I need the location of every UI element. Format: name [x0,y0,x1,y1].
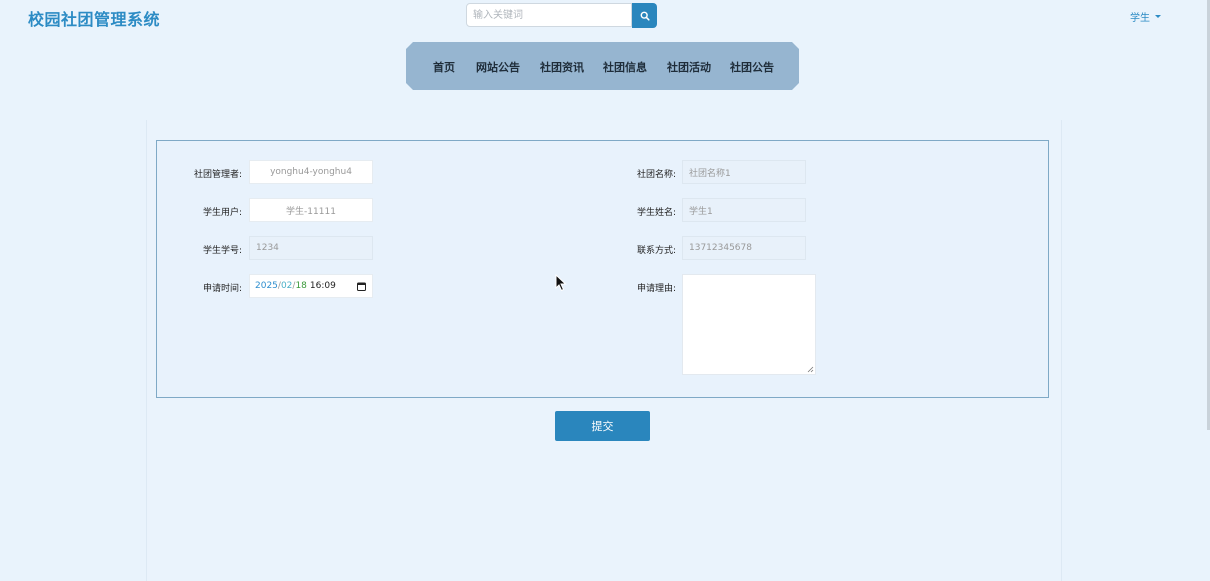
search-icon [640,11,650,21]
student-user-field[interactable]: 学生-11111 [249,198,373,222]
student-user-label: 学生用户: [202,208,242,218]
search-button[interactable] [632,3,657,28]
apply-time-month: 02 [280,281,293,291]
student-no-field[interactable]: 1234 [249,236,373,260]
contact-label: 联系方式: [636,246,676,256]
student-name-field[interactable]: 学生1 [682,198,806,222]
student-user-value: 学生-11111 [286,206,336,217]
student-no-value: 1234 [256,243,279,253]
nav-item-club-notice[interactable]: 社团公告 [730,59,774,75]
apply-time-clock: 16:09 [309,281,336,291]
manager-label: 社团管理者: [193,170,242,180]
chevron-down-icon [1155,15,1161,18]
contact-field[interactable]: 13712345678 [682,236,806,260]
apply-time-day: 18 [295,281,307,291]
student-no-label: 学生学号: [202,246,242,256]
site-title[interactable]: 校园社团管理系统 [28,6,160,30]
nav-item-club-info[interactable]: 社团信息 [603,59,647,75]
calendar-icon[interactable] [357,282,366,291]
resize-handle-icon[interactable] [807,366,814,373]
manager-field[interactable]: yonghu4-yonghu4 [249,160,373,184]
student-name-value: 学生1 [689,206,713,217]
student-name-label: 学生姓名: [636,208,676,218]
nav-item-club-news[interactable]: 社团资讯 [540,59,584,75]
user-menu-label: 学生 [1130,13,1150,24]
contact-value: 13712345678 [689,243,752,253]
apply-time-label: 申请时间: [202,284,242,294]
search-input[interactable] [466,3,632,27]
apply-time-field[interactable]: 2025/02/18 16:09 [249,274,373,298]
reason-label: 申请理由: [636,284,676,294]
page: 校园社团管理系统 学生 首页 网站公告 社团资讯 社团信息 社团活动 社团公告 … [0,0,1210,581]
apply-time-year: 2025 [255,281,278,291]
manager-value: yonghu4-yonghu4 [270,167,352,177]
club-name-field[interactable]: 社团名称1 [682,160,806,184]
club-name-label: 社团名称: [636,170,676,180]
main-nav: 首页 网站公告 社团资讯 社团信息 社团活动 社团公告 [406,42,799,90]
reason-textarea[interactable] [682,274,816,375]
nav-item-club-activity[interactable]: 社团活动 [667,59,711,75]
nav-item-site-notice[interactable]: 网站公告 [476,59,520,75]
user-menu[interactable]: 学生 [1130,9,1161,24]
club-name-value: 社团名称1 [689,168,731,179]
nav-item-home[interactable]: 首页 [433,59,455,75]
mouse-cursor-icon [555,274,567,292]
submit-button[interactable]: 提交 [555,411,650,441]
